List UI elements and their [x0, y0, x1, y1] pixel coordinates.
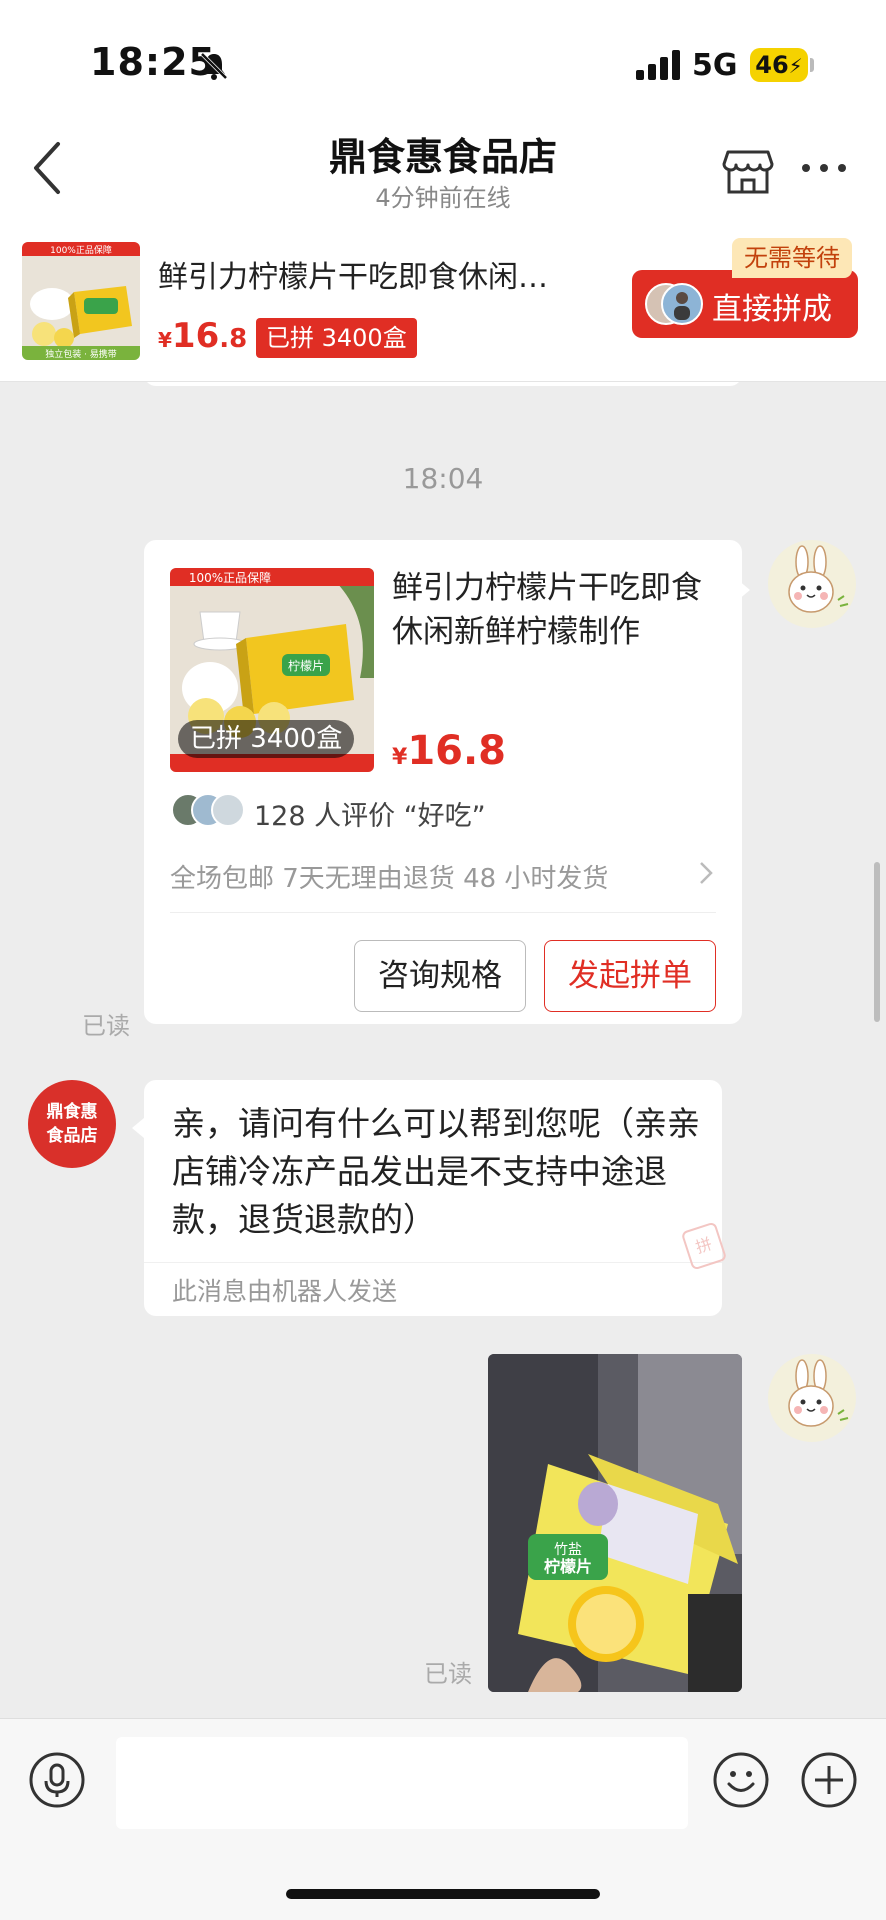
price-currency: ¥	[158, 328, 172, 352]
shop-message-bubble[interactable]: 亲，请问有什么可以帮到您呢（亲亲店铺冷冻产品发出是不支持中途退款，退货退款的） …	[144, 1080, 728, 1316]
microphone-icon[interactable]	[28, 1751, 86, 1809]
card-product-price: ¥16.8	[392, 728, 506, 774]
photo-product-label-line2: 柠檬片	[544, 1557, 592, 1576]
group-avatars-icon	[645, 283, 703, 325]
shop-avatar-text: 鼎食惠 食品店	[46, 1102, 98, 1146]
card-review-text: 128 人评价 “好吃”	[254, 801, 486, 832]
battery-level: 46	[755, 51, 789, 79]
consult-spec-button[interactable]: 咨询规格	[354, 940, 526, 1012]
emoji-icon[interactable]	[712, 1751, 770, 1809]
reviewer-avatars-icon	[171, 793, 245, 827]
direct-group-label: 直接拼成	[712, 292, 832, 327]
user-avatar[interactable]	[768, 540, 856, 628]
plus-icon[interactable]	[800, 1751, 858, 1809]
card-price-value: 16.8	[407, 728, 507, 774]
chat-header: 鼎食惠食品店 4分钟前在线	[0, 110, 886, 222]
price-decimal: .8	[219, 324, 248, 354]
home-indicator[interactable]	[286, 1889, 600, 1899]
pinned-image-caption-top: 100%正品保障	[50, 244, 112, 256]
pinned-product-image[interactable]: 100%正品保障 独立包装 · 易携带	[22, 242, 140, 360]
pinned-product-price: ¥16.8	[158, 316, 247, 356]
robot-sent-note: 此消息由机器人发送	[172, 1277, 398, 1306]
more-dots-icon[interactable]	[800, 160, 848, 176]
message-timestamp: 18:04	[402, 462, 484, 495]
card-product-title[interactable]: 鲜引力柠檬片干吃即食休闲新鲜柠檬制作	[392, 566, 722, 654]
start-group-order-button[interactable]: 发起拼单	[544, 940, 716, 1012]
chevron-right-icon[interactable]	[696, 858, 716, 888]
shop-name-title[interactable]: 鼎食惠食品店	[243, 126, 643, 181]
battery-tip	[810, 58, 814, 72]
shop-bubble-tail	[132, 1118, 144, 1138]
card-sold-badge: 已拼 3400盒	[178, 720, 355, 758]
photo-product-label-line1: 竹盐	[554, 1542, 582, 1558]
previous-message-edge	[144, 382, 742, 386]
pinned-sold-badge: 已拼 3400盒	[256, 318, 417, 358]
shop-avatar[interactable]: 鼎食惠 食品店	[28, 1080, 116, 1168]
card-divider	[170, 912, 716, 913]
svg-text:柠檬片: 柠檬片	[288, 658, 324, 673]
pinned-product-bar[interactable]: 100%正品保障 独立包装 · 易携带 鲜引力柠檬片干吃即食休闲… ¥16.8 …	[0, 222, 886, 382]
chat-messages[interactable]: 18:04 100%正品保障 柠檬片 已拼 3400盒 鲜引力柠檬片干吃即食休闲…	[0, 382, 886, 1718]
bell-slash-icon	[200, 52, 228, 80]
scrollbar[interactable]	[874, 862, 880, 1022]
pinned-product-title[interactable]: 鲜引力柠檬片干吃即食休闲…	[158, 252, 598, 296]
rabbit-avatar-icon	[788, 1359, 849, 1427]
network-type: 5G	[692, 48, 738, 83]
battery-charging-icon: 46⚡	[750, 48, 808, 82]
no-wait-tag: 无需等待	[732, 238, 852, 278]
back-arrow-icon[interactable]	[28, 140, 68, 196]
rabbit-avatar-icon	[788, 545, 849, 613]
card-image-caption-top: 100%正品保障	[189, 570, 271, 585]
card-price-currency: ¥	[392, 745, 408, 770]
shop-message-text: 亲，请问有什么可以帮到您呢（亲亲店铺冷冻产品发出是不支持中途退款，退货退款的）	[172, 1104, 700, 1239]
user-avatar[interactable]	[768, 1354, 856, 1442]
price-integer: 16	[171, 316, 220, 356]
online-status: 4分钟前在线	[375, 184, 511, 212]
status-bar: 18:25 5G 46⚡	[0, 0, 886, 120]
signal-icon	[636, 50, 680, 80]
message-input-bar	[0, 1718, 886, 1920]
card-service-promises[interactable]: 全场包邮 7天无理由退货 48 小时发货	[170, 858, 608, 895]
shop-message-divider	[144, 1262, 722, 1263]
store-icon[interactable]	[722, 146, 774, 196]
pinned-image-caption-bottom: 独立包装 · 易携带	[45, 348, 117, 360]
card-product-image[interactable]: 100%正品保障 柠檬片 已拼 3400盒	[170, 568, 374, 772]
product-card-message[interactable]: 100%正品保障 柠檬片 已拼 3400盒 鲜引力柠檬片干吃即食休闲新鲜柠檬制作…	[144, 540, 742, 1024]
photo-message[interactable]: 竹盐 柠檬片	[488, 1354, 742, 1692]
read-receipt: 已读	[424, 1660, 472, 1688]
direct-group-button[interactable]: 直接拼成	[632, 270, 858, 338]
read-receipt: 已读	[82, 1012, 130, 1040]
message-text-input[interactable]	[116, 1737, 688, 1829]
